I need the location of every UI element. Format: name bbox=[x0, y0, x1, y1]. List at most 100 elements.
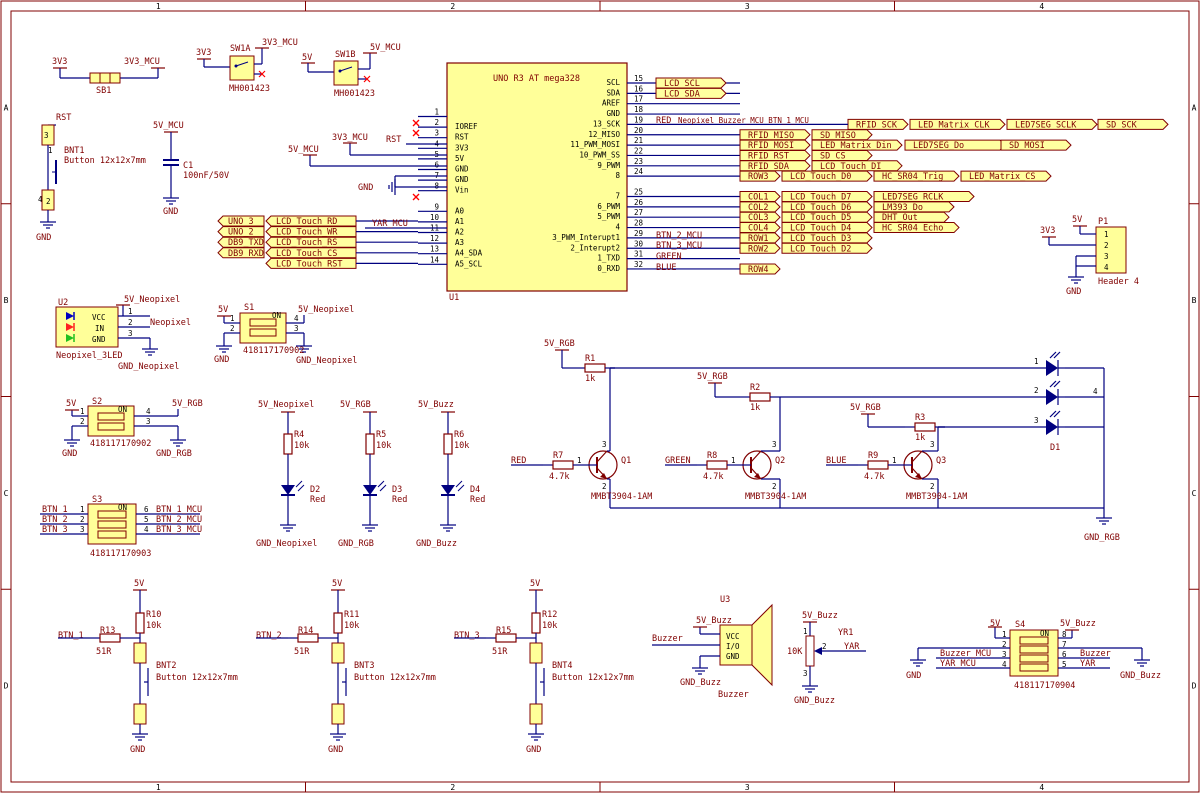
r15-ref: R15 bbox=[496, 626, 511, 636]
u1-pin-22-num: 22 bbox=[634, 146, 643, 155]
frame-col-top-1: 1 bbox=[156, 2, 161, 11]
s3-num-l-1: 1 bbox=[80, 505, 85, 514]
solder-bridge-sb1: 3V3 3V3_MCU SB1 bbox=[52, 57, 166, 96]
bnt1-pin3: 3 bbox=[44, 131, 49, 140]
s4-right-4: YAR bbox=[1080, 659, 1096, 669]
port-rfid-mosi: RFID_MOSI bbox=[739, 139, 811, 151]
u1-pin-32-name: 0_RXD bbox=[597, 264, 620, 273]
u1-red-net: RED bbox=[656, 116, 671, 126]
u1-pin-6-name: GND bbox=[455, 165, 469, 174]
s4-ref: S4 bbox=[1015, 620, 1025, 630]
u1-pin-21-num: 21 bbox=[634, 136, 643, 145]
bnt3-gnd: GND bbox=[328, 745, 343, 755]
s1-n3: 3 bbox=[294, 324, 299, 333]
rgb-driver: 123 D1 4 GND_RGB 5V_RGBR11kRED R74.7k132Q… bbox=[511, 339, 1120, 543]
s1-n4: 4 bbox=[294, 314, 299, 323]
s3-num-r-3: 4 bbox=[144, 525, 149, 534]
u1-ref: U1 bbox=[449, 293, 459, 303]
switch-sw1a: 3V3 SW1A 3V3_MCU MH001423 bbox=[196, 38, 298, 94]
p1-pin-1: 1 bbox=[1104, 230, 1109, 239]
s4-num-r-1: 8 bbox=[1062, 630, 1067, 639]
sb1-left-net: 3V3 bbox=[52, 57, 67, 67]
frame-col-top-4: 4 bbox=[1039, 2, 1044, 11]
port-col1: COL1 bbox=[739, 191, 781, 203]
r12-ref: R12 bbox=[542, 610, 557, 620]
port-lcd-touch-d7: LCD_Touch_D7 bbox=[781, 191, 873, 203]
u1-pin-30-num: 30 bbox=[634, 239, 644, 248]
port-lcd-scl: LCD_SCL bbox=[655, 77, 727, 89]
bnt1-ref: BNT1 bbox=[64, 146, 84, 156]
svg-text:HC_SR04_Trig: HC_SR04_Trig bbox=[882, 172, 943, 182]
q1-pin-b: 1 bbox=[577, 456, 582, 465]
s3-left-1: BTN_1 bbox=[42, 505, 68, 515]
u1-pin-8-num: 8 bbox=[434, 182, 439, 191]
u1-gnd-label: GND bbox=[358, 183, 373, 193]
s1-n1: 1 bbox=[230, 314, 235, 323]
r8-value: 4.7k bbox=[703, 472, 723, 482]
d3-gnd: GND_RGB bbox=[338, 539, 374, 549]
port-lcd-touch-cs: LCD_Touch_CS bbox=[265, 247, 357, 259]
svg-text:SD_MISO: SD_MISO bbox=[820, 131, 856, 141]
frame-col-bottom-3: 3 bbox=[745, 783, 750, 792]
u1-pin-31-num: 31 bbox=[634, 250, 643, 259]
d1-led-2: 2 bbox=[1034, 380, 1065, 405]
u1-pin-13-num: 13 bbox=[430, 245, 439, 254]
u1-btn3-net: BTN_3_MCU bbox=[656, 241, 702, 251]
d4-ref: D4 bbox=[470, 485, 480, 495]
q3-value: MMBT3904-1AM bbox=[906, 492, 967, 502]
indicator-d4: 5V_Buzz R610k D4Red GND_Buzz bbox=[416, 400, 485, 549]
r11-ref: R11 bbox=[344, 610, 359, 620]
u1-pin-7-name: GND bbox=[455, 175, 469, 184]
sw1b-left-net: 5V bbox=[302, 53, 312, 63]
port-db9-txd: DB9_TXD bbox=[217, 236, 265, 248]
d1-common-pin: 4 bbox=[1093, 387, 1098, 396]
svg-text:RFID_SDA: RFID_SDA bbox=[748, 162, 789, 172]
s4-gnd-l: GND bbox=[906, 671, 921, 681]
s4-right-3: Buzzer bbox=[1080, 649, 1111, 659]
d3-supply: 5V_RGB bbox=[340, 400, 371, 410]
port-lcd-touch-d4: LCD_Touch_D4 bbox=[781, 222, 873, 234]
s3-num-r-2: 5 bbox=[144, 515, 149, 524]
d4-value: Red bbox=[470, 495, 485, 505]
svg-text:LCD_Touch_CS: LCD_Touch_CS bbox=[276, 249, 337, 259]
dip-switch-s1: S1 5V 5V_Neopixel ON GND 1 2 3 4 4181171… bbox=[214, 303, 357, 366]
r13-ref: R13 bbox=[100, 626, 115, 636]
header-p1: P1 1 2 3 4 5V 3V3 GND Header 4 bbox=[1040, 215, 1139, 297]
port-row2: ROW2 bbox=[739, 242, 781, 254]
port-row1: ROW1 bbox=[739, 232, 781, 244]
u2-pin-in: IN bbox=[95, 324, 104, 333]
rgb-gnd: GND_RGB bbox=[1084, 533, 1120, 543]
port-hc-sr04-echo: HC_SR04_Echo bbox=[873, 222, 960, 234]
u1-pin-16-num: 16 bbox=[634, 84, 644, 93]
port-lcd-touch-d2: LCD_Touch_D2 bbox=[781, 242, 873, 254]
u1-pin-25-num: 25 bbox=[634, 188, 643, 197]
port-col4: COL4 bbox=[739, 222, 781, 234]
svg-text:DB9_RXD: DB9_RXD bbox=[228, 249, 264, 259]
u1-pin-27-num: 27 bbox=[634, 208, 643, 217]
rgb-channel-green: 5V_RGBR21kGREEN R84.7k132Q2MMBT3904-1AM bbox=[665, 372, 1046, 508]
u1-pin-22-name: 10_PWM_SS bbox=[579, 150, 620, 159]
u1-pin-5-name: 5V bbox=[455, 154, 465, 163]
q3-ref: Q3 bbox=[936, 456, 946, 466]
p1-pin-2: 2 bbox=[1104, 241, 1109, 250]
bnt3-value: Button 12x12x7mm bbox=[354, 673, 436, 683]
d1-led-3: 3 bbox=[1034, 410, 1065, 435]
u2-num3: 3 bbox=[128, 329, 133, 338]
u1-pin-19-num: 19 bbox=[634, 115, 643, 124]
p1-gnd: GND bbox=[1066, 287, 1081, 297]
port-led7seg-do: LED7SEG_Do bbox=[904, 139, 1006, 151]
port-uno-2: UNO_2 bbox=[217, 226, 265, 238]
svg-text:SD_SCK: SD_SCK bbox=[1106, 120, 1138, 130]
sw1b-ref: SW1B bbox=[335, 50, 355, 60]
s4-left-3: Buzzer_MCU bbox=[940, 649, 991, 659]
r10-ref: R10 bbox=[146, 610, 161, 620]
bnt1-gnd: GND bbox=[36, 233, 51, 243]
svg-text:LCD_Touch_D7: LCD_Touch_D7 bbox=[790, 193, 851, 203]
bnt1-net: RST bbox=[56, 113, 71, 123]
svg-text:LCD_Touch_D5: LCD_Touch_D5 bbox=[790, 213, 851, 223]
bnt1-pin1: 1 bbox=[48, 146, 53, 155]
dip-switch-s2: S2 5V 5V_RGB ON GND 1 2 3 4 418117170902… bbox=[62, 397, 203, 459]
s1-gnd-out: GND_Neopixel bbox=[296, 356, 357, 366]
c1-value: 100nF/50V bbox=[183, 171, 229, 181]
q2-value: MMBT3904-1AM bbox=[745, 492, 806, 502]
